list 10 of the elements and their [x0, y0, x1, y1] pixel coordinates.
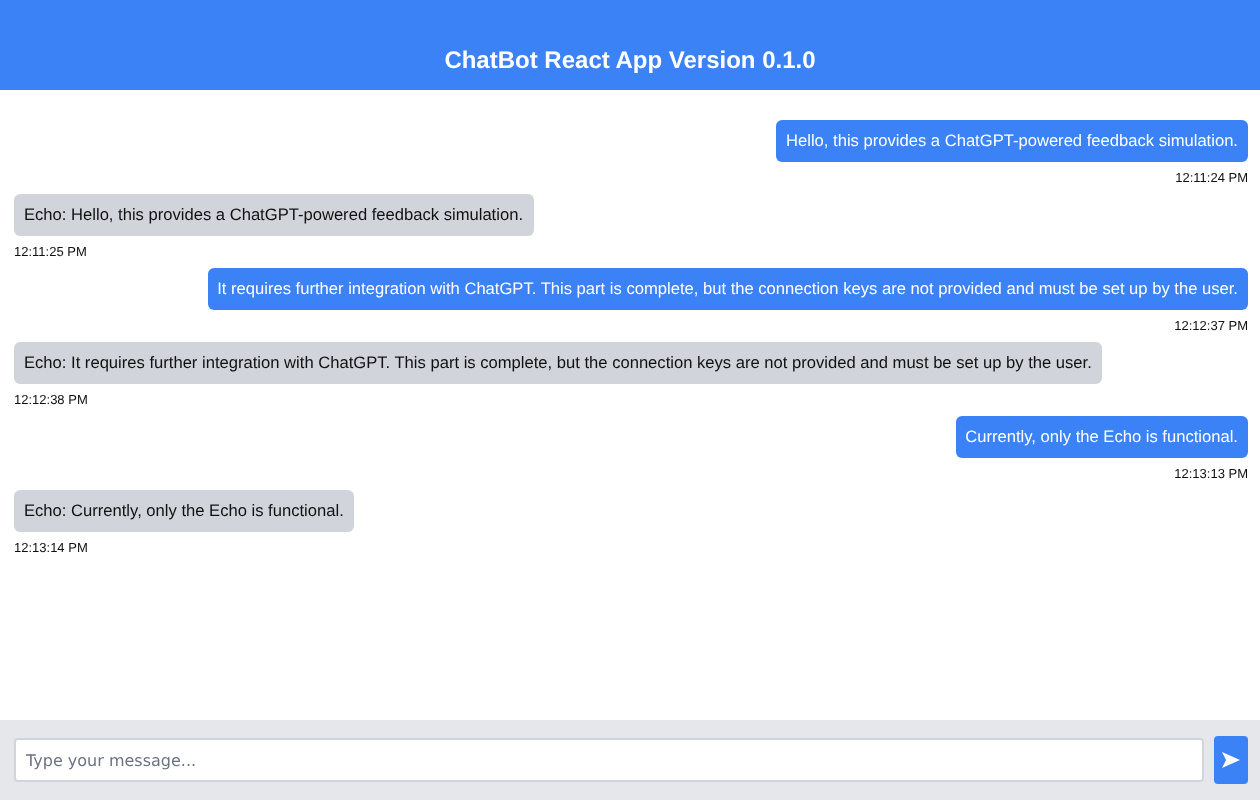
send-icon [1222, 752, 1240, 768]
message-bubble: Currently, only the Echo is functional. [955, 416, 1248, 458]
send-button[interactable] [1214, 736, 1248, 784]
message-bubble: Echo: Hello, this provides a ChatGPT-powered feedback simulation. [14, 194, 533, 236]
message-bubble: Echo: Currently, only the Echo is functional. [14, 490, 354, 532]
message-input[interactable]: Type your message... [14, 738, 1204, 782]
message-bubble: Echo: It requires further integration with ChatGPT. This part is complete, but the connection keys are not provided and must be set up by the user. [14, 342, 1102, 384]
message-bubble: Hello, this provides a ChatGPT-powered feedback simulation. [776, 120, 1248, 162]
app-title: ChatBot React App Version 0.1.0 [444, 46, 816, 74]
message-bubble: It requires further integration with ChatGPT. This part is complete, but the connection keys are not provided and must be set up by the user. [207, 268, 1248, 310]
